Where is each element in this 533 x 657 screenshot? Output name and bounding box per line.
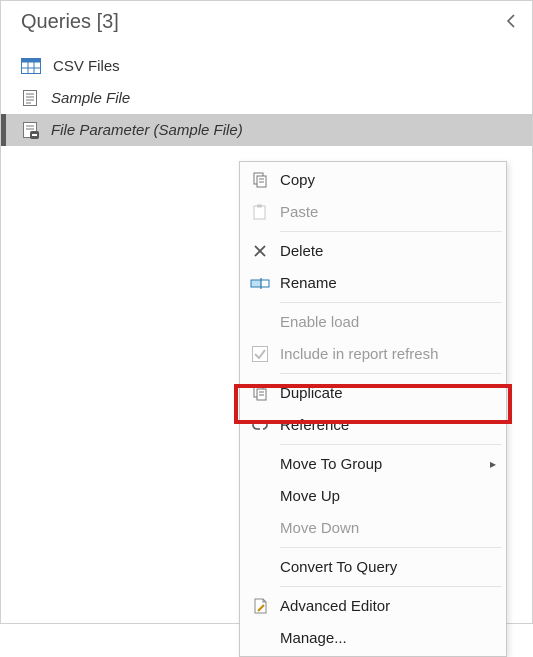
ctx-convert-to-query[interactable]: Convert To Query: [240, 551, 506, 583]
advanced-editor-icon: [251, 597, 269, 615]
panel-header: Queries [3]: [1, 1, 532, 50]
ctx-advanced-editor[interactable]: Advanced Editor: [240, 590, 506, 622]
ctx-label: Delete: [280, 243, 496, 260]
ctx-move-down: Move Down: [240, 512, 506, 544]
ctx-separator: [280, 231, 502, 232]
ctx-label: Rename: [280, 275, 496, 292]
submenu-arrow-icon: ▸: [490, 457, 496, 471]
queries-list: CSV Files Sample File File Parameter (Sa…: [1, 50, 532, 146]
ctx-label: Duplicate: [280, 385, 496, 402]
queries-panel: Queries [3] CSV Files Sample: [0, 0, 533, 624]
query-item-csv-files[interactable]: CSV Files: [1, 50, 532, 82]
ctx-label: Move Down: [280, 520, 496, 537]
ctx-separator: [280, 373, 502, 374]
parameter-icon: [21, 121, 39, 139]
ctx-separator: [280, 547, 502, 548]
ctx-move-to-group[interactable]: Move To Group ▸: [240, 448, 506, 480]
ctx-copy[interactable]: Copy: [240, 164, 506, 196]
reference-icon: [251, 418, 269, 432]
rename-icon: [250, 276, 270, 290]
ctx-label: Paste: [280, 204, 496, 221]
ctx-manage[interactable]: Manage...: [240, 622, 506, 654]
query-item-file-parameter[interactable]: File Parameter (Sample File): [1, 114, 532, 146]
delete-icon: [252, 243, 268, 259]
ctx-include-refresh: Include in report refresh: [240, 338, 506, 370]
ctx-separator: [280, 302, 502, 303]
checked-icon: [251, 345, 269, 363]
ctx-label: Convert To Query: [280, 559, 496, 576]
ctx-move-up[interactable]: Move Up: [240, 480, 506, 512]
ctx-label: Move Up: [280, 488, 496, 505]
ctx-duplicate[interactable]: Duplicate: [240, 377, 506, 409]
ctx-paste: Paste: [240, 196, 506, 228]
ctx-label: Advanced Editor: [280, 598, 496, 615]
document-icon: [21, 89, 39, 107]
paste-icon: [251, 203, 269, 221]
duplicate-icon: [251, 384, 269, 402]
chevron-left-icon: [506, 14, 518, 28]
ctx-label: Manage...: [280, 630, 496, 647]
ctx-separator: [280, 586, 502, 587]
ctx-reference[interactable]: Reference: [240, 409, 506, 441]
query-label: Sample File: [51, 90, 130, 107]
ctx-separator: [280, 444, 502, 445]
ctx-label: Include in report refresh: [280, 346, 496, 363]
ctx-rename[interactable]: Rename: [240, 267, 506, 299]
collapse-panel-button[interactable]: [506, 12, 518, 33]
query-label: CSV Files: [53, 58, 120, 75]
ctx-enable-load: Enable load: [240, 306, 506, 338]
ctx-label: Move To Group: [280, 456, 490, 473]
query-item-sample-file[interactable]: Sample File: [1, 82, 532, 114]
context-menu: Copy Paste Delete: [239, 161, 507, 657]
table-icon: [21, 58, 41, 74]
ctx-delete[interactable]: Delete: [240, 235, 506, 267]
ctx-label: Enable load: [280, 314, 496, 331]
panel-title: Queries [3]: [21, 11, 119, 34]
ctx-label: Copy: [280, 172, 496, 189]
ctx-label: Reference: [280, 417, 496, 434]
query-label: File Parameter (Sample File): [51, 122, 243, 139]
copy-icon: [251, 171, 269, 189]
